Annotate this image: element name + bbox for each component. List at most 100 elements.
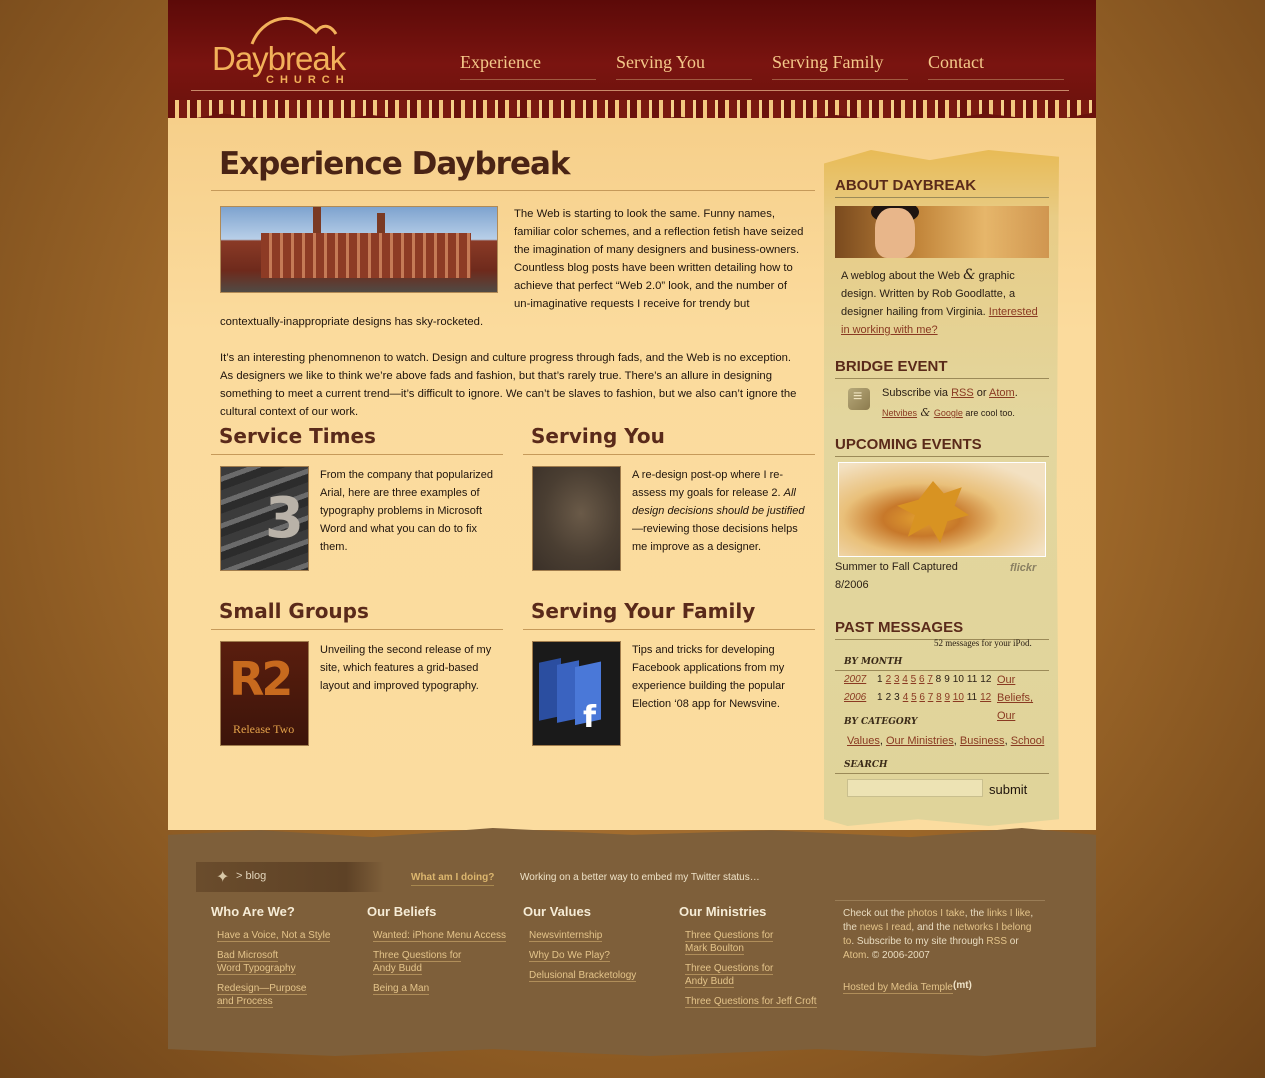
netvibes-link[interactable]: Netvibes: [882, 408, 917, 418]
letterpress-thumbnail[interactable]: 3: [220, 466, 309, 571]
atom-link[interactable]: Atom: [989, 387, 1015, 399]
number-three-icon: 3: [265, 486, 304, 551]
category-link-values[interactable]: Values: [847, 735, 880, 747]
footer-link[interactable]: Why Do We Play?: [529, 949, 673, 962]
footer-copy: . Subscribe to my site through: [851, 936, 987, 947]
month-label: 11: [966, 692, 978, 703]
month-link[interactable]: 6: [919, 674, 925, 685]
month-link[interactable]: 4: [903, 692, 909, 703]
flickr-logo[interactable]: flickr: [1010, 562, 1036, 574]
footer-column-title: Who Are We?: [211, 904, 295, 919]
rss-feed-icon[interactable]: [848, 388, 870, 410]
nav-item-serving-family[interactable]: Serving Family: [772, 52, 908, 80]
month-link[interactable]: 7: [927, 674, 933, 685]
footer-link[interactable]: Three Questions for Mark Boulton: [685, 929, 780, 955]
card-small-groups: Small Groups R2 Release Two Unveiling th…: [211, 599, 503, 746]
photos-link[interactable]: photos I take: [907, 908, 964, 919]
year-link-2007[interactable]: 2007: [844, 674, 866, 685]
year-link-2006[interactable]: 2006: [844, 692, 866, 703]
footer-link[interactable]: Being a Man: [373, 982, 517, 995]
month-link[interactable]: 12: [980, 692, 991, 703]
footer-link[interactable]: Newsvinternship: [529, 929, 673, 942]
category-link-our-ministries[interactable]: Our Ministries: [886, 735, 954, 747]
release-two-thumbnail[interactable]: R2 Release Two: [220, 641, 309, 746]
month-label: 12: [980, 674, 992, 685]
our-link[interactable]: Our: [997, 710, 1015, 722]
autumn-leaf-photo[interactable]: [838, 462, 1046, 557]
subscribe-copy: .: [1014, 387, 1018, 399]
blog-tag[interactable]: ✦ > blog: [196, 862, 384, 892]
month-link[interactable]: 9: [944, 692, 950, 703]
card-title[interactable]: Serving Your Family: [523, 599, 815, 630]
category-link-business[interactable]: Business: [960, 735, 1005, 747]
search-submit-button[interactable]: submit: [989, 782, 1027, 797]
facebook-icon: f: [539, 658, 601, 735]
footer-link[interactable]: Delusional Bracketology: [529, 969, 673, 982]
month-label: 11: [966, 674, 978, 685]
our-beliefs-link[interactable]: Beliefs,: [997, 692, 1033, 704]
thumb-label: R2: [229, 652, 293, 706]
site-logo[interactable]: Daybreak CHURCH: [212, 10, 352, 86]
month-link[interactable]: 3: [894, 674, 900, 685]
footer-link-text: Three Questions for Andy Budd: [373, 950, 462, 975]
footer-link[interactable]: Have a Voice, Not a Style: [217, 929, 361, 942]
ampersand: &: [917, 406, 934, 419]
nav-item-serving-you[interactable]: Serving You: [616, 52, 752, 80]
footer-link[interactable]: Bad Microsoft Word Typography: [217, 949, 297, 975]
google-link[interactable]: Google: [934, 408, 963, 418]
subscribe-copy: Subscribe via: [882, 387, 952, 399]
rss-link[interactable]: RSS: [951, 387, 974, 399]
card-service-times: Service Times 3 From the company that po…: [211, 424, 503, 571]
hosting-credit-link[interactable]: Hosted by Media Temple: [843, 982, 953, 994]
footer-link[interactable]: Three Questions for Andy Budd: [373, 949, 463, 975]
about-text: A weblog about the Web & graphic design.…: [841, 266, 1041, 339]
card-title[interactable]: Small Groups: [211, 599, 503, 630]
month-link[interactable]: 5: [911, 674, 917, 685]
footer-copy: Check out the: [843, 908, 908, 919]
search-label: SEARCH: [844, 760, 888, 770]
blog-label: > blog: [236, 870, 267, 882]
feed-readers-text: Netvibes & Google are cool too.: [882, 404, 1052, 422]
card-serving-your-family: Serving Your Family f Tips and tricks fo…: [523, 599, 815, 746]
month-link[interactable]: 4: [902, 674, 908, 685]
footer-copy: . © 2006-2007: [866, 950, 930, 961]
month-link[interactable]: 5: [911, 692, 917, 703]
footer-column-our-beliefs: Our Beliefs Wanted: iPhone Menu Access T…: [367, 904, 517, 1002]
main-nav: Experience Serving You Serving Family Co…: [460, 52, 1084, 80]
month-link[interactable]: 2: [886, 674, 892, 685]
month-link[interactable]: 7: [928, 692, 934, 703]
factory-building-photo: [220, 206, 498, 293]
footer-column-title: Our Ministries: [679, 904, 767, 919]
month-label: 8: [935, 674, 942, 685]
our-beliefs-link[interactable]: Our: [997, 674, 1015, 686]
month-label: 10: [952, 674, 964, 685]
month-link[interactable]: 10: [953, 692, 964, 703]
category-link-school[interactable]: School: [1011, 735, 1045, 747]
author-portrait: [835, 206, 1049, 258]
month-link[interactable]: 8: [936, 692, 942, 703]
footer-link-text: Three Questions for Andy Budd: [685, 963, 774, 988]
footer-link[interactable]: Three Questions for Andy Budd: [685, 962, 780, 988]
footer-link[interactable]: Redesign—Purpose and Process: [217, 982, 307, 1008]
footer-rss-link[interactable]: RSS: [986, 936, 1007, 947]
footer-atom-link[interactable]: Atom: [843, 950, 866, 961]
card-title[interactable]: Service Times: [211, 424, 503, 455]
month-link[interactable]: 6: [919, 692, 925, 703]
media-temple-logo[interactable]: (mt): [953, 980, 972, 991]
facebook-thumbnail[interactable]: f: [532, 641, 621, 746]
footer-link[interactable]: Wanted: iPhone Menu Access: [373, 929, 517, 942]
feed-readers-copy: are cool too.: [962, 408, 1015, 418]
search-input[interactable]: [847, 779, 983, 797]
texture-thumbnail[interactable]: [532, 466, 621, 571]
links-link[interactable]: links I like: [987, 908, 1030, 919]
news-link[interactable]: news I read: [860, 922, 912, 933]
card-title[interactable]: Serving You: [523, 424, 815, 455]
subscribe-text: Subscribe via RSS or Atom.: [882, 384, 1052, 402]
twitter-status: Working on a better way to embed my Twit…: [520, 872, 760, 883]
nav-item-experience[interactable]: Experience: [460, 52, 596, 80]
header-divider: [191, 90, 1069, 91]
by-month-label: BY MONTH: [844, 657, 903, 667]
footer-link[interactable]: Three Questions for Jeff Croft: [685, 995, 829, 1008]
footer-link-text: Redesign—Purpose and Process: [217, 983, 307, 1008]
nav-item-contact[interactable]: Contact: [928, 52, 1064, 80]
